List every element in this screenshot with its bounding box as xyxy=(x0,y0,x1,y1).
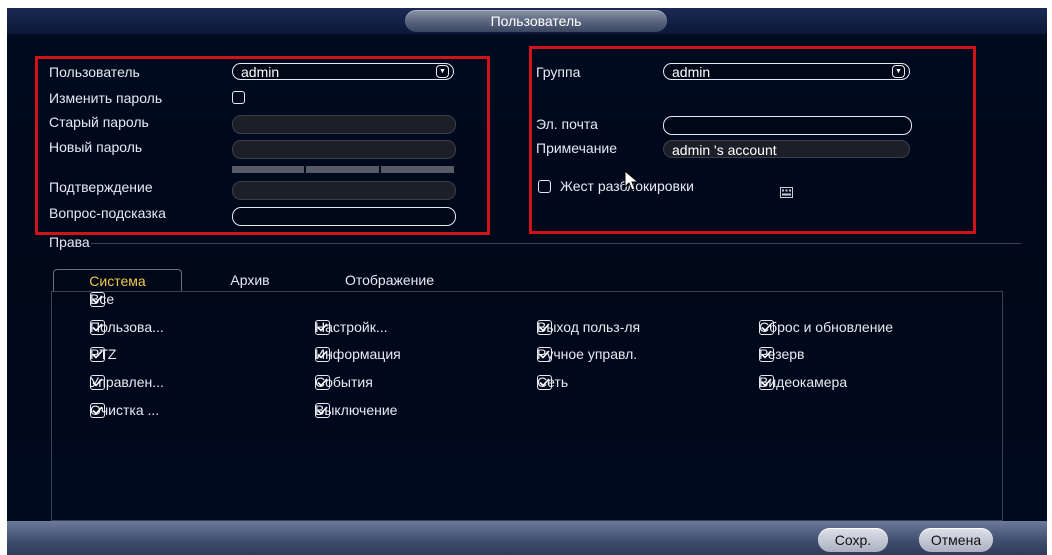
check-icon xyxy=(90,319,105,335)
dialog-title: Пользователь xyxy=(405,10,667,32)
check-icon xyxy=(315,319,330,335)
permission-item[interactable]: Информация xyxy=(315,346,401,362)
tab-system[interactable]: Система xyxy=(53,269,182,291)
rights-section-label: Права xyxy=(49,234,90,250)
check-icon xyxy=(537,319,552,335)
check-icon xyxy=(537,374,552,390)
bottom-bar xyxy=(7,521,1047,555)
permission-label: Выход польз-ля xyxy=(537,319,641,335)
permission-item[interactable]: Ручное управл. xyxy=(537,346,637,362)
permission-all[interactable]: Все xyxy=(90,291,114,307)
check-icon xyxy=(759,374,774,390)
check-icon xyxy=(90,402,105,418)
permission-item[interactable]: Выход польз-ля xyxy=(537,319,640,335)
check-icon xyxy=(90,291,105,307)
permission-item[interactable]: Пользова... xyxy=(90,319,164,335)
check-icon xyxy=(537,346,552,362)
tab-archive[interactable]: Архив xyxy=(196,269,304,291)
permission-item[interactable]: Выключение xyxy=(315,402,397,418)
check-icon xyxy=(315,374,330,390)
permission-item[interactable]: Резерв xyxy=(759,346,804,362)
permission-item[interactable]: Видеокамера xyxy=(759,374,847,390)
check-icon xyxy=(759,319,774,335)
user-dialog: Пользователь Пользователь admin ▼ Измени… xyxy=(7,8,1047,555)
permission-item[interactable]: Очистка ... xyxy=(90,402,159,418)
check-icon xyxy=(315,402,330,418)
highlight-box-right xyxy=(529,46,976,234)
permission-item[interactable]: PTZ xyxy=(90,346,116,362)
highlight-box-left xyxy=(35,56,490,235)
check-icon xyxy=(90,346,105,362)
save-button[interactable]: Сохр. xyxy=(818,528,888,552)
permission-label: Ручное управл. xyxy=(537,346,638,362)
permission-item[interactable]: Сброс и обновление xyxy=(759,319,893,335)
check-icon xyxy=(315,346,330,362)
section-divider xyxy=(91,243,1021,244)
permission-item[interactable]: Настройк... xyxy=(315,319,388,335)
permission-label: Сброс и обновление xyxy=(759,319,894,335)
cancel-button[interactable]: Отмена xyxy=(919,528,993,552)
permission-item[interactable]: Управлен... xyxy=(90,374,164,390)
check-icon xyxy=(90,374,105,390)
permission-item[interactable]: Сеть xyxy=(537,374,568,390)
permission-item[interactable]: События xyxy=(315,374,373,390)
check-icon xyxy=(759,346,774,362)
tab-display[interactable]: Отображение xyxy=(320,269,459,291)
